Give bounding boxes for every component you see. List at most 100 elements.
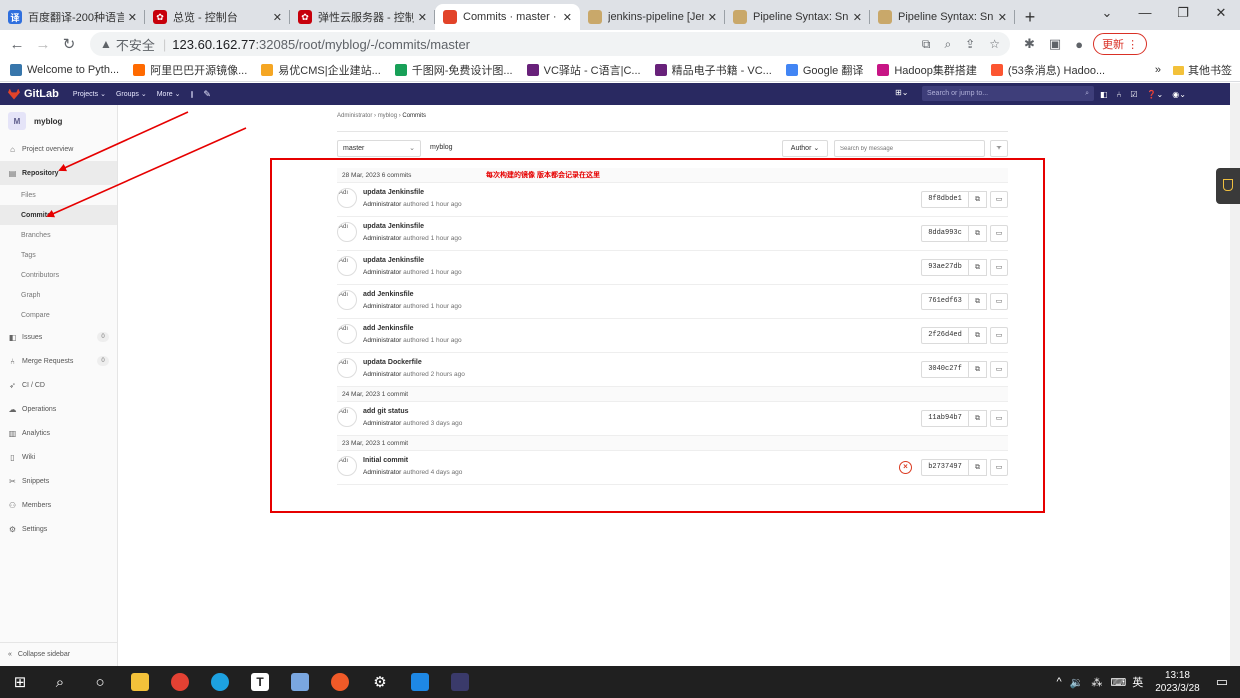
taskbar-explorer[interactable] (120, 666, 160, 698)
breadcrumb-item[interactable]: Administrator (337, 113, 372, 119)
taskbar-app-swirl[interactable] (320, 666, 360, 698)
taskbar-app-media[interactable] (400, 666, 440, 698)
zoom-icon[interactable]: ⌕ (944, 37, 951, 52)
author-avatar[interactable]: Adı (337, 222, 357, 242)
taskbar-chrome[interactable] (160, 666, 200, 698)
branch-dropdown[interactable]: master ⌄ (337, 140, 421, 157)
author-avatar[interactable]: Adı (337, 407, 357, 427)
copy-sha-button[interactable]: ⧉ (969, 259, 987, 276)
reload-button[interactable]: ↻ (56, 35, 82, 53)
back-button[interactable]: ← (4, 36, 30, 53)
tab-close-icon[interactable]: ✕ (563, 11, 572, 24)
browse-files-button[interactable]: ▭ (990, 259, 1008, 276)
commit-sha[interactable]: 3040c27f (921, 361, 969, 378)
bookmark-item[interactable]: VC驿站 - C语言|C... (526, 62, 641, 78)
browse-files-button[interactable]: ▭ (990, 225, 1008, 242)
sidebar-sub-commits[interactable]: Commits (0, 205, 117, 225)
taskbar-typora[interactable]: T (240, 666, 280, 698)
admin-wrench-icon[interactable]: ✎ (203, 89, 211, 100)
sidebar-item-members[interactable]: ⚇ Members (0, 493, 117, 517)
commit-sha[interactable]: b2737497 (921, 459, 969, 476)
author-avatar[interactable]: Adı (337, 188, 357, 208)
sidebar-item-wiki[interactable]: ▯ Wiki (0, 445, 117, 469)
help-icon[interactable]: ❓⌄ (1147, 90, 1164, 99)
collapse-sidebar-button[interactable]: « Collapse sidebar (0, 642, 118, 666)
minimize-button[interactable]: — (1126, 0, 1164, 28)
tray-arrow-icon[interactable]: ^ (1056, 676, 1061, 688)
browser-tab[interactable]: jenkins-pipeline [Jen ✕ (580, 4, 725, 30)
browse-files-button[interactable]: ▭ (990, 361, 1008, 378)
browse-files-button[interactable]: ▭ (990, 293, 1008, 310)
copy-sha-button[interactable]: ⧉ (969, 191, 987, 208)
copy-sha-button[interactable]: ⧉ (969, 327, 987, 344)
browser-tab[interactable]: 译百度翻译-200种语言 ✕ (0, 4, 145, 30)
sidepanel-icon[interactable]: ▣ (1049, 36, 1061, 52)
bookmarks-more-button[interactable]: » (1155, 64, 1161, 76)
commit-title[interactable]: add Jenkinsfile (363, 291, 414, 298)
sidebar-item-analytics[interactable]: ▥ Analytics (0, 421, 117, 445)
taskbar-edge[interactable] (200, 666, 240, 698)
taskbar-settings[interactable]: ⚙ (360, 666, 400, 698)
sidebar-sub-files[interactable]: Files (0, 185, 117, 205)
commit-author[interactable]: Administrator (363, 337, 401, 344)
project-header[interactable]: M myblog (0, 105, 117, 137)
taskbar-app-pen[interactable] (280, 666, 320, 698)
sidebar-item-snippets[interactable]: ✂ Snippets (0, 469, 117, 493)
browser-tab[interactable]: Commits · master · / ✕ (435, 4, 580, 30)
sidebar-item-project-overview[interactable]: ⌂ Project overview (0, 137, 117, 161)
author-avatar[interactable]: Adı (337, 358, 357, 378)
commit-author[interactable]: Administrator (363, 235, 401, 242)
notification-icon[interactable]: ▭ (1216, 674, 1228, 690)
tab-search-icon[interactable]: ⌄ (1088, 0, 1126, 28)
author-avatar[interactable]: Adı (337, 456, 357, 476)
author-dropdown[interactable]: Author ⌄ (782, 140, 828, 157)
browser-tab[interactable]: ✿ 总览 - 控制台 ✕ (145, 4, 290, 30)
bookmark-item[interactable]: (53条消息) Hadoo... (990, 62, 1105, 78)
floating-widget[interactable] (1216, 168, 1240, 204)
commit-author[interactable]: Administrator (363, 420, 401, 427)
commit-sha[interactable]: 8dda993c (921, 225, 969, 242)
sidebar-item-issues[interactable]: ◧ Issues 0 (0, 325, 117, 349)
task-view-button[interactable]: ○ (80, 666, 120, 698)
gitlab-logo[interactable]: GitLab (8, 88, 59, 100)
commit-title[interactable]: updata Jenkinsfile (363, 189, 424, 196)
commit-title[interactable]: Initial commit (363, 457, 408, 464)
maximize-button[interactable]: ❐ (1164, 0, 1202, 28)
share-icon[interactable]: ⇪ (965, 37, 975, 52)
commit-author[interactable]: Administrator (363, 371, 401, 378)
bookmark-item[interactable]: Hadoop集群搭建 (877, 62, 977, 78)
commit-sha[interactable]: 8f8dbde1 (921, 191, 969, 208)
volume-icon[interactable]: 🔉 (1070, 676, 1084, 689)
copy-sha-button[interactable]: ⧉ (969, 459, 987, 476)
sidebar-item-settings[interactable]: ⚙ Settings (0, 517, 117, 541)
browser-tab[interactable]: Pipeline Syntax: Snip ✕ (725, 4, 870, 30)
other-bookmarks[interactable]: 其他书签 (1173, 62, 1232, 78)
new-tab-button[interactable]: + (1015, 4, 1045, 30)
browser-tab[interactable]: Pipeline Syntax: Snip ✕ (870, 4, 1015, 30)
ime-indicator[interactable]: 英 (1132, 674, 1143, 690)
sidebar-item-operations[interactable]: ☁ Operations (0, 397, 117, 421)
profile-icon[interactable]: ● (1075, 37, 1083, 52)
commit-title[interactable]: updata Dockerfile (363, 359, 422, 366)
commit-sha[interactable]: 11ab94b7 (921, 410, 969, 427)
breadcrumb-current[interactable]: Commits (402, 113, 426, 119)
url-omnibox[interactable]: ▲ 不安全 | 123.60.162.77 :32085/root/myblog… (90, 32, 1010, 56)
commit-author[interactable]: Administrator (363, 201, 401, 208)
author-avatar[interactable]: Adı (337, 256, 357, 276)
merge-requests-icon[interactable]: ⑃ (1117, 90, 1122, 99)
start-button[interactable]: ⊞ (0, 666, 40, 698)
tab-close-icon[interactable]: ✕ (708, 11, 717, 24)
copy-sha-button[interactable]: ⧉ (969, 361, 987, 378)
nav-projects[interactable]: Projects ⌄ (73, 90, 106, 98)
browse-files-button[interactable]: ▭ (990, 459, 1008, 476)
keyboard-icon[interactable]: ⌨ (1110, 676, 1126, 689)
tab-close-icon[interactable]: ✕ (998, 11, 1007, 24)
commit-author[interactable]: Administrator (363, 469, 401, 476)
forward-button[interactable]: → (30, 36, 56, 53)
nav-more[interactable]: More ⌄ (157, 90, 181, 98)
author-avatar[interactable]: Adı (337, 324, 357, 344)
commit-sha[interactable]: 2f26d4ed (921, 327, 969, 344)
star-icon[interactable]: ☆ (989, 37, 1000, 52)
repo-path[interactable]: myblog (430, 144, 453, 151)
update-button[interactable]: 更新 ⋮ (1093, 33, 1148, 55)
